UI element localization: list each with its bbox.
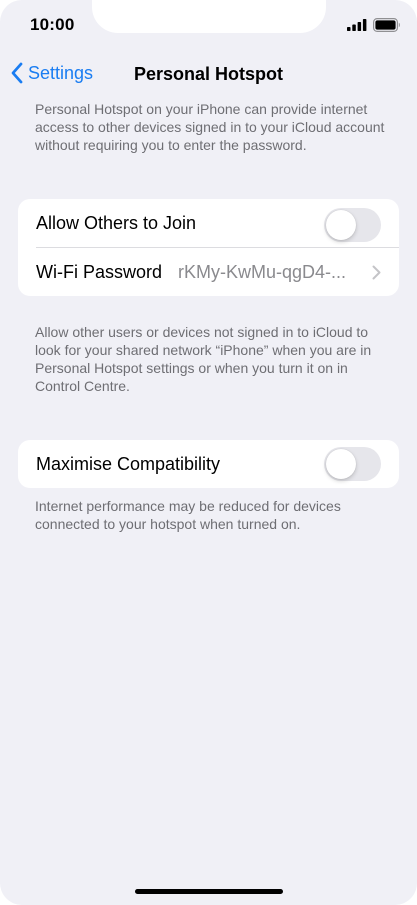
notch — [92, 0, 326, 33]
toggle-knob — [326, 449, 356, 479]
phone-screen: 10:00 Settings Personal Hotspot Personal… — [0, 0, 417, 905]
battery-full-icon — [373, 18, 400, 32]
wifi-password-label: Wi-Fi Password — [36, 261, 163, 282]
allow-others-row[interactable]: Allow Others to Join — [18, 199, 399, 248]
status-bar: 10:00 — [0, 0, 417, 50]
maximise-compatibility-label: Maximise Compatibility — [36, 453, 221, 474]
toggle-knob — [326, 210, 356, 240]
join-footer-description: Allow other users or devices not signed … — [35, 324, 372, 394]
home-indicator[interactable] — [135, 889, 283, 894]
join-settings-group: Allow Others to Join Wi-Fi Password rKMy… — [18, 199, 399, 296]
cellular-signal-icon — [347, 19, 367, 31]
wifi-password-value: rKMy-KwMu-qgD4-... — [178, 262, 347, 282]
chevron-right-icon — [372, 265, 381, 280]
maximise-compatibility-row[interactable]: Maximise Compatibility — [18, 440, 399, 488]
wifi-password-row[interactable]: Wi-Fi Password rKMy-KwMu-qgD4-... — [18, 248, 399, 296]
compatibility-footer-description: Internet performance may be reduced for … — [35, 498, 341, 532]
compatibility-group: Maximise Compatibility — [18, 440, 399, 488]
navigation-bar: Settings Personal Hotspot — [0, 56, 417, 96]
page-title: Personal Hotspot — [133, 64, 284, 84]
intro-description: Personal Hotspot on your iPhone can prov… — [35, 101, 385, 153]
allow-others-label: Allow Others to Join — [36, 213, 197, 233]
maximise-compatibility-toggle[interactable] — [324, 447, 381, 481]
status-time: 10:00 — [30, 15, 75, 34]
allow-others-toggle[interactable] — [324, 208, 381, 242]
